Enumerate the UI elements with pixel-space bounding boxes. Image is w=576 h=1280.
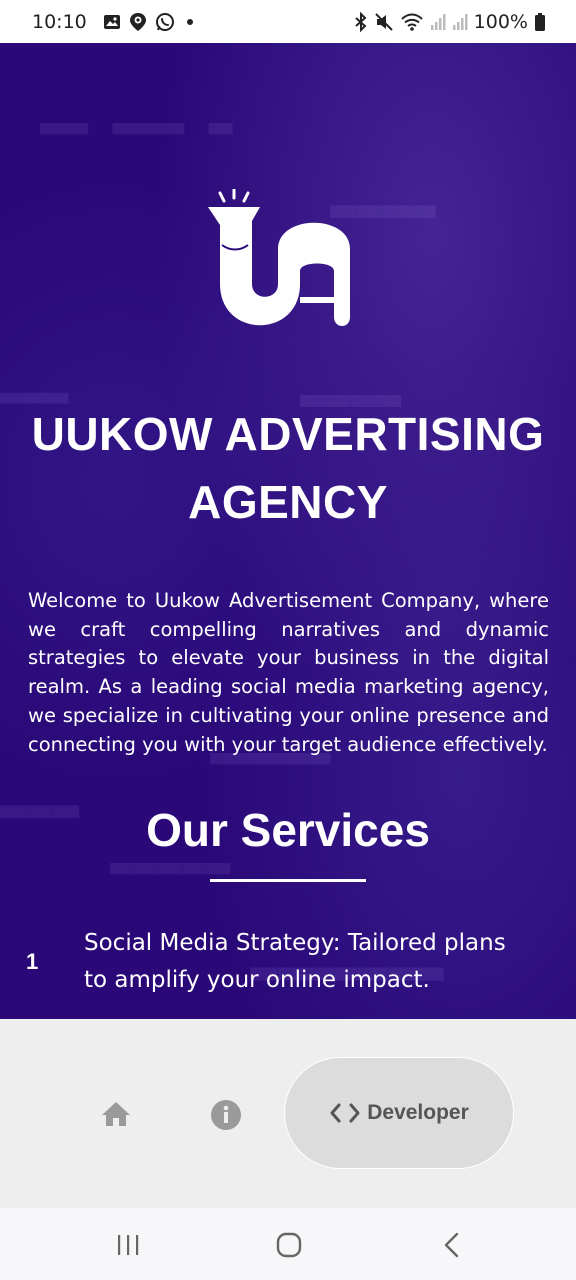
status-bar: 10:10 100%	[0, 0, 576, 43]
background-decoration: ▬▬ ▬▬▬ ▬	[40, 103, 233, 149]
hero-section: ▬▬ ▬▬▬ ▬ ▬▬▬▬ ▬▬▬ ▬▬▬▬ ▬▬▬ ▬▬▬▬▬ ▬▬▬▬▬ ▬…	[0, 43, 576, 1019]
image-icon	[103, 13, 121, 31]
status-time: 10:10	[32, 10, 87, 33]
developer-label: Developer	[367, 1101, 469, 1124]
service-number: 1	[26, 949, 39, 974]
home-icon	[102, 1102, 130, 1126]
agency-logo	[208, 189, 350, 326]
recent-apps-button[interactable]	[108, 1230, 148, 1260]
battery-icon	[534, 12, 546, 32]
services-heading: Our Services	[146, 804, 430, 856]
whatsapp-icon	[155, 12, 175, 32]
nav-home-button[interactable]	[96, 1097, 136, 1131]
nav-info-button[interactable]	[206, 1097, 246, 1133]
recent-apps-icon	[118, 1235, 139, 1255]
mute-icon	[374, 12, 394, 32]
system-home-button[interactable]	[269, 1230, 309, 1260]
signal-icon	[430, 13, 446, 31]
service-text: Social Media Strategy: Tailored plans to…	[84, 930, 506, 993]
dot-icon	[183, 17, 197, 27]
home-circle-icon	[276, 1232, 302, 1258]
bottom-navigation: Developer	[0, 1019, 576, 1208]
intro-paragraph: Welcome to Uukow Advertisement Company, …	[28, 589, 549, 756]
system-navigation-bar	[0, 1208, 576, 1280]
signal-icon	[452, 13, 468, 31]
back-icon	[444, 1232, 459, 1258]
location-pin-icon	[129, 12, 147, 32]
agency-title: UUKOW ADVERTISING AGENCY	[31, 408, 545, 528]
info-icon	[211, 1100, 241, 1130]
code-icon	[330, 1103, 360, 1123]
bluetooth-icon	[354, 11, 368, 32]
wifi-icon	[400, 12, 424, 32]
service-item: 1 Social Media Strategy: Tailored plans …	[0, 925, 576, 1005]
system-back-button[interactable]	[432, 1230, 472, 1260]
services-underline	[210, 879, 366, 882]
battery-level: 100%	[473, 10, 528, 33]
nav-developer-button[interactable]: Developer	[284, 1057, 514, 1169]
